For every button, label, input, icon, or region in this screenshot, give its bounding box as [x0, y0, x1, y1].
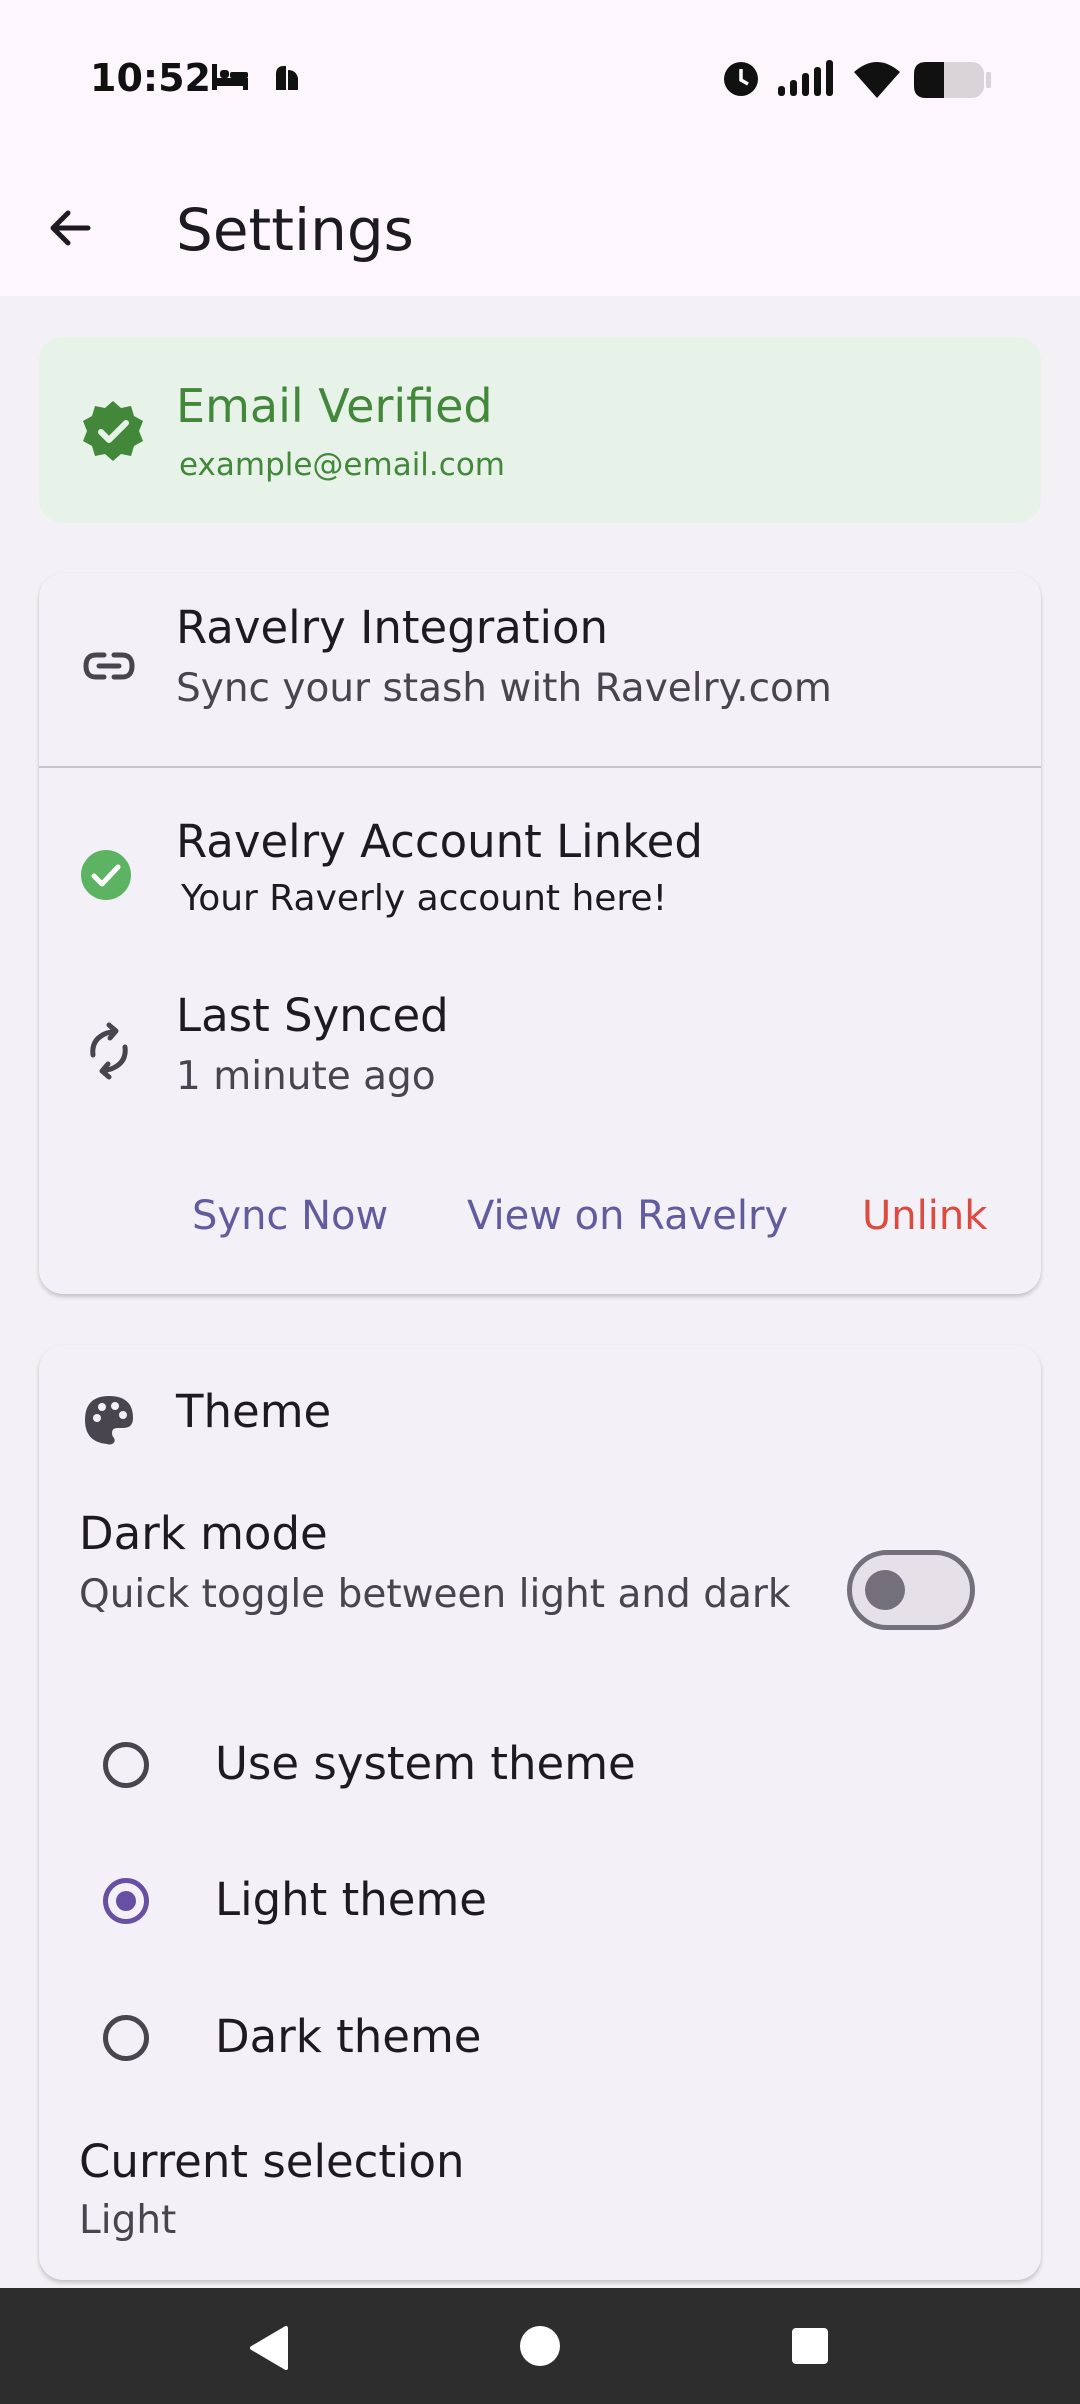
- dark-mode-toggle[interactable]: [847, 1550, 975, 1630]
- ravelry-linked-title: Ravelry Account Linked: [176, 815, 703, 868]
- theme-card: Theme Dark mode Quick toggle between lig…: [39, 1345, 1041, 2280]
- battery-icon: [914, 62, 991, 98]
- radio-selected-dot: [116, 1891, 136, 1911]
- radio-light-theme[interactable]: [103, 1878, 149, 1924]
- status-time: 10:52: [90, 56, 211, 100]
- bed-icon: [212, 64, 248, 90]
- dark-mode-subtitle: Quick toggle between light and dark: [79, 1572, 791, 1617]
- wifi-icon: [854, 62, 900, 98]
- nav-home-icon[interactable]: [518, 2324, 562, 2368]
- radio-dark-theme[interactable]: [103, 2015, 149, 2061]
- ravelry-header-title: Ravelry Integration: [176, 601, 609, 654]
- check-circle-icon: [81, 850, 131, 900]
- option-system-theme-label: Use system theme: [215, 1737, 636, 1790]
- view-on-ravelry-button[interactable]: View on Ravelry: [467, 1193, 788, 1239]
- signal-icon: [778, 60, 833, 96]
- system-nav-bar: [0, 2288, 1080, 2404]
- link-icon: [83, 652, 135, 680]
- current-selection-value: Light: [79, 2198, 177, 2243]
- page-title: Settings: [176, 196, 414, 264]
- status-bar: 10:52: [0, 0, 1080, 160]
- unlink-button[interactable]: Unlink: [862, 1193, 987, 1239]
- notification-app-icon: [276, 66, 298, 90]
- back-arrow-icon[interactable]: [40, 198, 100, 258]
- verified-badge-icon: [83, 401, 143, 461]
- dark-mode-title: Dark mode: [79, 1507, 328, 1560]
- email-address: example@email.com: [179, 447, 505, 483]
- option-light-theme-label: Light theme: [215, 1873, 487, 1926]
- divider: [39, 766, 1041, 768]
- current-selection-title: Current selection: [79, 2135, 465, 2188]
- sync-icon: [90, 1022, 128, 1080]
- theme-header: Theme: [176, 1385, 332, 1438]
- ravelry-linked-subtitle: Your Raverly account here!: [181, 878, 667, 919]
- last-synced-value: 1 minute ago: [176, 1054, 436, 1099]
- ravelry-card: Ravelry Integration Sync your stash with…: [39, 573, 1041, 1294]
- toggle-knob: [865, 1570, 905, 1610]
- alarm-icon: [724, 62, 758, 96]
- last-synced-title: Last Synced: [176, 989, 449, 1042]
- nav-recents-icon[interactable]: [790, 2326, 830, 2366]
- sync-now-button[interactable]: Sync Now: [192, 1193, 388, 1239]
- radio-system-theme[interactable]: [103, 1742, 149, 1788]
- app-bar: Settings: [0, 160, 1080, 296]
- palette-icon: [85, 1396, 133, 1445]
- nav-back-icon[interactable]: [248, 2324, 292, 2372]
- email-verified-banner: Email Verified example@email.com: [39, 337, 1041, 523]
- email-verified-title: Email Verified: [176, 379, 493, 433]
- option-dark-theme-label: Dark theme: [215, 2010, 482, 2063]
- ravelry-header-subtitle: Sync your stash with Ravelry.com: [176, 666, 832, 711]
